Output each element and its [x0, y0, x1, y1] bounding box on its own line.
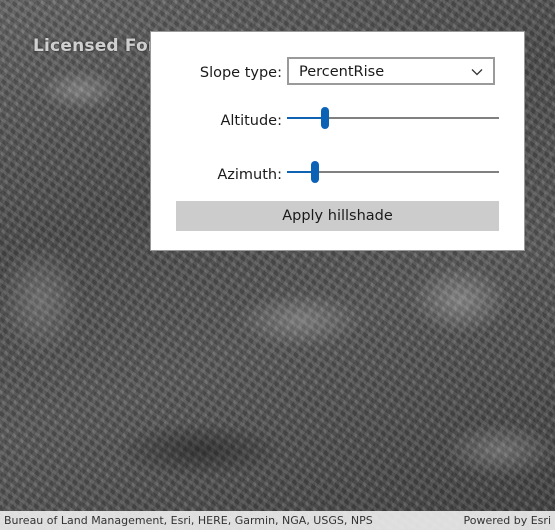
- powered-by-esri[interactable]: Powered by Esri: [463, 514, 551, 527]
- apply-hillshade-button[interactable]: Apply hillshade: [176, 201, 499, 231]
- altitude-label: Altitude:: [220, 113, 282, 129]
- slope-type-label: Slope type:: [199, 65, 282, 81]
- chevron-down-icon: [471, 69, 483, 76]
- slider-track: [287, 171, 499, 173]
- hillshade-settings-panel: Slope type: PercentRise Altitude: Azimut…: [150, 31, 525, 251]
- azimuth-slider[interactable]: [287, 160, 499, 184]
- slider-fill: [287, 117, 326, 119]
- slider-thumb[interactable]: [321, 107, 330, 129]
- slope-type-value: PercentRise: [299, 64, 385, 80]
- slider-thumb[interactable]: [310, 161, 319, 183]
- altitude-slider[interactable]: [287, 106, 499, 130]
- attribution-bar: Bureau of Land Management, Esri, HERE, G…: [0, 511, 555, 530]
- slope-type-dropdown[interactable]: PercentRise: [287, 57, 495, 85]
- azimuth-label: Azimuth:: [217, 167, 282, 183]
- attribution-text: Bureau of Land Management, Esri, HERE, G…: [4, 514, 373, 527]
- license-watermark: Licensed For: [33, 36, 157, 56]
